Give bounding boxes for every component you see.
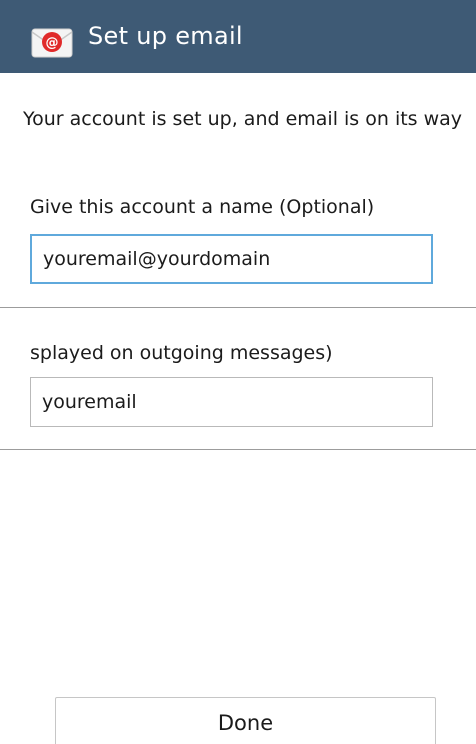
sender-name-label: splayed on outgoing messages): [30, 342, 333, 364]
setup-status-message: Your account is set up, and email is on …: [23, 108, 463, 130]
svg-text:@: @: [46, 36, 59, 51]
account-name-label: Give this account a name (Optional): [30, 196, 375, 218]
account-name-input[interactable]: [30, 234, 433, 284]
screen-title: Set up email: [88, 22, 243, 50]
setup-email-screen: @ Set up email Your account is set up, a…: [0, 0, 476, 744]
sender-name-input[interactable]: [30, 377, 433, 427]
email-app-icon[interactable]: @: [30, 26, 74, 60]
section-divider: [0, 307, 476, 308]
action-bar: @ Set up email: [0, 0, 476, 73]
done-button[interactable]: Done: [55, 697, 436, 744]
section-divider: [0, 449, 476, 450]
